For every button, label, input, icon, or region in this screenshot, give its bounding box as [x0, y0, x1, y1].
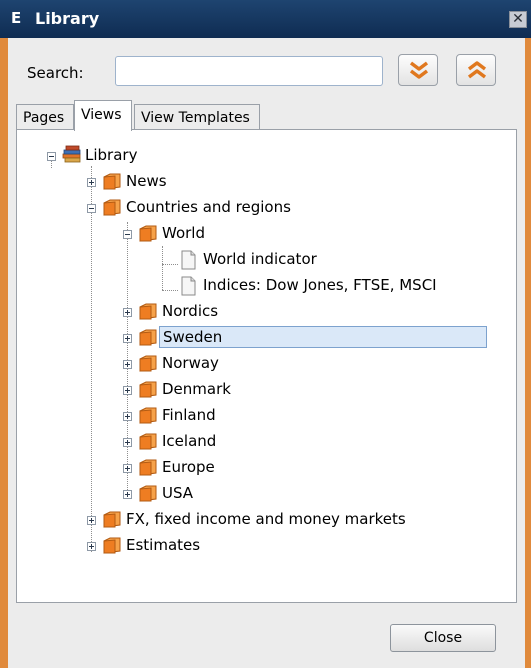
tree-node-label: FX, fixed income and money markets [126, 510, 406, 528]
tree-node-label: Sweden [159, 326, 487, 348]
tree-node-norway[interactable]: Norway [17, 352, 497, 376]
search-next-button[interactable] [398, 54, 438, 86]
tab-views-label: Views [81, 107, 122, 123]
tree-node-label: Europe [162, 458, 215, 476]
expand-icon[interactable] [123, 490, 132, 499]
collapse-icon[interactable] [47, 152, 56, 161]
tree-node-label: Estimates [126, 536, 201, 554]
chevron-double-up-icon [467, 61, 487, 79]
expand-icon[interactable] [87, 178, 96, 187]
search-label: Search: [27, 64, 84, 82]
tab-pages[interactable]: Pages [16, 104, 74, 130]
folder-icon [139, 485, 157, 502]
folder-open-icon [103, 199, 121, 216]
tree-node-world-indicator[interactable]: World indicator [17, 248, 497, 272]
expand-icon[interactable] [87, 542, 96, 551]
tree-node-library[interactable]: Library [17, 144, 497, 168]
folder-icon [139, 329, 157, 346]
tree-node-nordics[interactable]: Nordics [17, 300, 497, 324]
folder-icon [139, 407, 157, 424]
folder-icon [139, 303, 157, 320]
tree-node-label: Countries and regions [126, 198, 291, 216]
search-input[interactable] [115, 56, 383, 86]
close-button[interactable]: Close [390, 624, 496, 652]
chevron-double-down-icon [409, 61, 429, 79]
dialog-body: Search: Pages Views View Templates Libra… [8, 38, 525, 668]
tree-node-label: USA [162, 484, 194, 502]
tree-node-indices[interactable]: Indices: Dow Jones, FTSE, MSCI [17, 274, 497, 298]
tree-node-label: Iceland [162, 432, 217, 450]
folder-icon [103, 537, 121, 554]
tree-node-label: Denmark [162, 380, 231, 398]
library-books-icon [62, 145, 81, 163]
library-tree[interactable]: Library News Countries and regions World… [17, 130, 516, 602]
title-bar[interactable]: E Library ✕ [0, 0, 531, 38]
tab-strip: Pages Views View Templates [16, 100, 516, 131]
collapse-icon[interactable] [123, 230, 132, 239]
tree-node-label: World indicator [203, 250, 317, 268]
expand-icon[interactable] [123, 464, 132, 473]
close-window-button[interactable]: ✕ [509, 11, 527, 28]
tab-pages-label: Pages [23, 110, 65, 126]
tree-node-usa[interactable]: USA [17, 482, 497, 506]
tree-node-europe[interactable]: Europe [17, 456, 497, 480]
folder-open-icon [139, 225, 157, 242]
tree-node-world[interactable]: World [17, 222, 497, 246]
tree-node-label: News [126, 172, 167, 190]
app-icon: E [11, 9, 22, 27]
tree-node-label: Norway [162, 354, 219, 372]
expand-icon[interactable] [123, 386, 132, 395]
folder-icon [103, 173, 121, 190]
collapse-icon[interactable] [87, 204, 96, 213]
tab-views[interactable]: Views [74, 100, 132, 131]
tree-node-label: Indices: Dow Jones, FTSE, MSCI [203, 276, 437, 294]
tree-node-fx-fixed-income[interactable]: FX, fixed income and money markets [17, 508, 497, 532]
tree-node-iceland[interactable]: Iceland [17, 430, 497, 454]
tree-node-sweden[interactable]: Sweden [17, 326, 497, 350]
tree-node-label: Nordics [162, 302, 219, 320]
tab-view-templates-label: View Templates [141, 110, 250, 126]
expand-icon[interactable] [87, 516, 96, 525]
folder-icon [103, 511, 121, 528]
tree-node-countries-and-regions[interactable]: Countries and regions [17, 196, 497, 220]
expand-icon[interactable] [123, 334, 132, 343]
tree-node-estimates[interactable]: Estimates [17, 534, 497, 558]
search-previous-button[interactable] [456, 54, 496, 86]
folder-icon [139, 433, 157, 450]
expand-icon[interactable] [123, 360, 132, 369]
document-icon [181, 276, 196, 296]
tab-view-templates[interactable]: View Templates [134, 104, 260, 130]
tree-node-finland[interactable]: Finland [17, 404, 497, 428]
tree-node-label: Library [85, 146, 138, 164]
folder-icon [139, 459, 157, 476]
tree-node-label: World [162, 224, 205, 242]
document-icon [181, 250, 196, 270]
expand-icon[interactable] [123, 438, 132, 447]
tree-node-news[interactable]: News [17, 170, 497, 194]
tree-node-denmark[interactable]: Denmark [17, 378, 497, 402]
views-panel: Library News Countries and regions World… [16, 129, 517, 603]
window-title: Library [35, 9, 100, 28]
close-icon: ✕ [512, 11, 524, 27]
library-window: E Library ✕ Search: Pages Views View Tem… [0, 0, 531, 668]
folder-icon [139, 355, 157, 372]
folder-icon [139, 381, 157, 398]
expand-icon[interactable] [123, 412, 132, 421]
expand-icon[interactable] [123, 308, 132, 317]
tree-node-label: Finland [162, 406, 216, 424]
